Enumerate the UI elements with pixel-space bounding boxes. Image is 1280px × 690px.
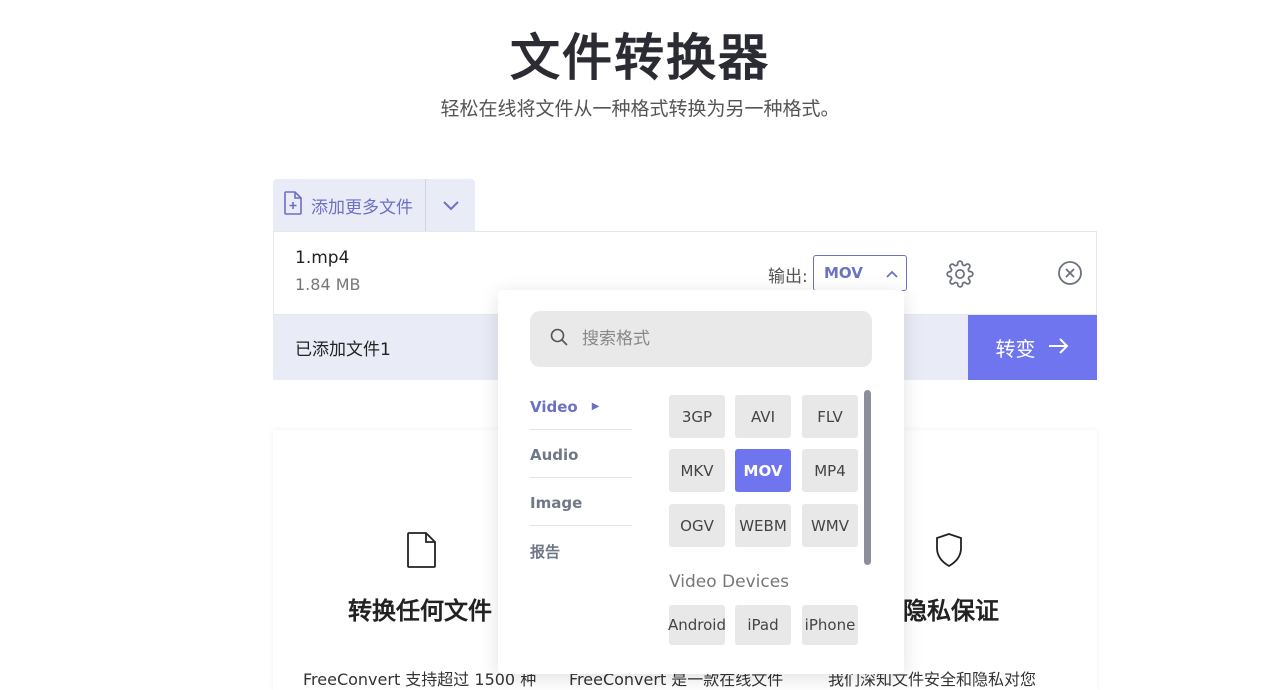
file-plus-icon <box>283 190 311 220</box>
file-size: 1.84 MB <box>295 275 361 294</box>
format-option-wmv[interactable]: WMV <box>802 504 858 547</box>
category-document-label: 报告 <box>530 542 561 561</box>
format-option-flv[interactable]: FLV <box>802 395 858 438</box>
remove-file-icon[interactable] <box>1057 260 1083 290</box>
add-more-files-label: 添加更多文件 <box>311 197 413 218</box>
feature-title-privacy: 隐私保证 <box>903 597 999 625</box>
chevron-down-icon <box>442 196 459 215</box>
format-option-ogv[interactable]: OGV <box>669 504 725 547</box>
format-option-3gp[interactable]: 3GP <box>669 395 725 438</box>
add-more-files-button[interactable]: 添加更多文件 <box>273 179 426 231</box>
format-search-box[interactable] <box>530 311 872 367</box>
file-name: 1.mp4 <box>295 248 350 268</box>
page-title: 文件转换器 <box>510 29 770 87</box>
output-format-select[interactable]: MOV <box>813 255 907 291</box>
file-icon <box>407 532 437 572</box>
output-format-value: MOV <box>824 264 863 282</box>
video-devices-heading: Video Devices <box>669 572 790 592</box>
device-option-iphone[interactable]: iPhone <box>802 605 858 645</box>
page-subtitle: 轻松在线将文件从一种格式转换为另一种格式。 <box>440 98 840 120</box>
category-video-label: Video <box>530 397 578 416</box>
shield-icon <box>934 532 964 572</box>
category-image-label: Image <box>530 493 583 512</box>
arrow-right-icon <box>1036 336 1070 360</box>
gear-icon[interactable] <box>946 260 974 292</box>
device-option-ipad[interactable]: iPad <box>735 605 791 645</box>
format-option-mov[interactable]: MOV <box>735 449 791 492</box>
category-audio-label: Audio <box>530 445 579 464</box>
device-option-android[interactable]: Android <box>668 605 726 645</box>
format-dropdown: Video ▶ Audio Image 报告 3GP AVI FLV MKV M… <box>498 290 904 674</box>
output-label: 输出: <box>768 267 808 287</box>
search-icon <box>550 328 568 350</box>
convert-label: 转变 <box>995 337 1036 361</box>
category-video[interactable]: Video ▶ <box>530 384 632 430</box>
format-list-scrollbar[interactable] <box>864 390 871 565</box>
category-audio[interactable]: Audio <box>530 432 632 478</box>
format-option-avi[interactable]: AVI <box>735 395 791 438</box>
feature-title-convert: 转换任何文件 <box>348 597 492 625</box>
format-option-mkv[interactable]: MKV <box>669 449 725 492</box>
format-search-input[interactable] <box>580 328 864 350</box>
category-document[interactable]: 报告 <box>530 528 632 574</box>
caret-right-icon: ▶ <box>591 401 600 412</box>
format-option-webm[interactable]: WEBM <box>735 504 791 547</box>
add-files-dropdown-toggle[interactable] <box>426 179 475 231</box>
convert-button[interactable]: 转变 <box>968 315 1097 380</box>
category-image[interactable]: Image <box>530 480 632 526</box>
chevron-up-icon <box>886 264 898 282</box>
added-files-count: 已添加文件1 <box>295 340 391 360</box>
format-option-mp4[interactable]: MP4 <box>802 449 858 492</box>
add-files-group: 添加更多文件 <box>273 179 475 231</box>
